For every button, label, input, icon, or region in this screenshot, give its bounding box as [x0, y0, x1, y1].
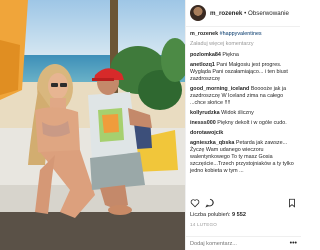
beach-photo-image [0, 0, 185, 250]
likes-label: Liczba polubień: [190, 212, 231, 218]
post-caption: m_rozenek #happyvalentines [190, 31, 296, 38]
caption-username[interactable]: m_rozenek [190, 31, 218, 37]
post-side-panel: m_rozenek • Obserwowanie m_rozenek #happ… [185, 0, 301, 250]
author-username[interactable]: m_rozenek [210, 10, 242, 17]
bookmark-icon[interactable] [287, 198, 297, 208]
comment-username[interactable]: good_morning_iceland [190, 86, 249, 92]
post-actions [190, 197, 297, 209]
comment-item: kollyrudzka Widok śliczny [190, 110, 296, 117]
comment-text: Piękna [222, 52, 239, 58]
more-icon[interactable]: ••• [290, 240, 297, 247]
comment-username[interactable]: anetlozq1 [190, 62, 215, 68]
caption-hashtags[interactable]: #happyvalentines [220, 31, 262, 37]
comment-icon[interactable] [205, 198, 215, 208]
comment-item: good_morning_iceland Booooże jak ja zazd… [190, 86, 296, 107]
post-photo[interactable] [0, 0, 185, 250]
post-date: 14 LUTEGO [190, 222, 218, 227]
header-text: m_rozenek • Obserwowanie [210, 10, 289, 17]
add-comment-bar: ••• [186, 236, 301, 250]
likes-number: 9 552 [232, 212, 246, 218]
comment-item: agnieszka_qbska Petarda jak zawsze... Ży… [190, 140, 296, 175]
comment-username[interactable]: pozlomka84 [190, 52, 221, 58]
comment-item: dorotawojcik [190, 130, 296, 137]
likes-count[interactable]: Liczba polubień: 9 552 [190, 212, 246, 218]
post-header: m_rozenek • Obserwowanie [186, 0, 300, 27]
comment-input[interactable] [190, 240, 286, 247]
comment-username[interactable]: dorotawojcik [190, 130, 223, 136]
comment-item: pozlomka84 Piękna [190, 52, 296, 59]
comment-username[interactable]: kollyrudzka [190, 110, 220, 116]
heart-icon[interactable] [190, 198, 200, 208]
comment-username[interactable]: agnieszka_qbska [190, 140, 234, 146]
comment-item: anetlozq1 Pani Małgosiu jest progres. Wy… [190, 62, 296, 83]
load-more-comments-link[interactable]: Załaduj więcej komentarzy [190, 41, 296, 48]
comments-list[interactable]: m_rozenek #happyvalentines Załaduj więce… [186, 27, 300, 195]
follow-button[interactable]: Obserwowanie [248, 10, 289, 17]
comment-item: inesss000 Piękny dekolt i w ogóle cudo. [190, 120, 296, 127]
header-separator: • [244, 9, 247, 17]
comment-username[interactable]: inesss000 [190, 120, 216, 126]
comment-text: Piękny dekolt i w ogóle cudo. [217, 120, 287, 126]
avatar[interactable] [190, 5, 206, 21]
comment-text: Widok śliczny [221, 110, 254, 116]
